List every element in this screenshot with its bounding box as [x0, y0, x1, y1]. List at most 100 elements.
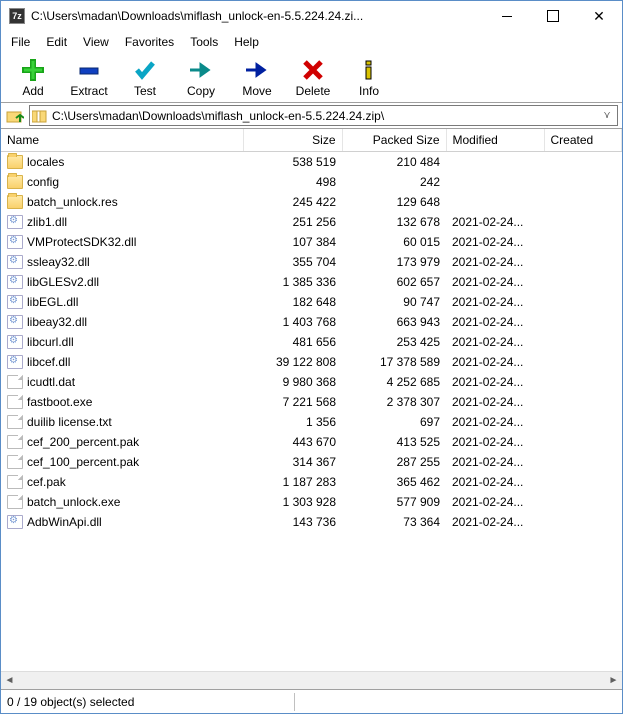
file-icon	[7, 395, 23, 409]
toolbar: Add Extract Test Copy Move Delete Info	[1, 52, 622, 103]
menu-edit[interactable]: Edit	[38, 33, 75, 51]
delete-button[interactable]: Delete	[287, 56, 339, 100]
folder-icon	[7, 155, 23, 169]
menu-favorites[interactable]: Favorites	[117, 33, 182, 51]
table-row[interactable]: config498242	[1, 172, 622, 192]
horizontal-scrollbar[interactable]: ◄ ►	[1, 671, 622, 689]
window-title: C:\Users\madan\Downloads\miflash_unlock-…	[31, 9, 484, 23]
file-created	[544, 492, 622, 512]
archive-icon	[32, 109, 48, 123]
scroll-right-icon[interactable]: ►	[605, 672, 622, 689]
file-modified: 2021-02-24...	[446, 492, 544, 512]
file-size: 143 736	[243, 512, 342, 532]
table-row[interactable]: libGLESv2.dll1 385 336602 6572021-02-24.…	[1, 272, 622, 292]
info-button[interactable]: Info	[343, 56, 395, 100]
menu-view[interactable]: View	[75, 33, 117, 51]
maximize-button[interactable]	[530, 1, 576, 31]
extract-button[interactable]: Extract	[63, 56, 115, 100]
file-icon	[7, 435, 23, 449]
close-button[interactable]: ✕	[576, 1, 622, 31]
minimize-button[interactable]	[484, 1, 530, 31]
file-modified: 2021-02-24...	[446, 472, 544, 492]
table-row[interactable]: VMProtectSDK32.dll107 38460 0152021-02-2…	[1, 232, 622, 252]
plus-icon	[21, 58, 45, 82]
file-modified: 2021-02-24...	[446, 352, 544, 372]
file-name: libGLESv2.dll	[27, 275, 99, 289]
file-modified: 2021-02-24...	[446, 392, 544, 412]
col-size[interactable]: Size	[243, 129, 342, 152]
file-name: config	[27, 175, 59, 189]
table-row[interactable]: cef_100_percent.pak314 367287 2552021-02…	[1, 452, 622, 472]
add-button[interactable]: Add	[7, 56, 59, 100]
file-created	[544, 332, 622, 352]
file-icon	[7, 415, 23, 429]
file-icon	[7, 375, 23, 389]
file-created	[544, 512, 622, 532]
col-modified[interactable]: Modified	[446, 129, 544, 152]
file-name: batch_unlock.res	[27, 195, 118, 209]
file-name: locales	[27, 155, 64, 169]
table-row[interactable]: libcef.dll39 122 80817 378 5892021-02-24…	[1, 352, 622, 372]
file-size: 1 356	[243, 412, 342, 432]
table-row[interactable]: libcurl.dll481 656253 4252021-02-24...	[1, 332, 622, 352]
col-packed[interactable]: Packed Size	[342, 129, 446, 152]
file-size: 107 384	[243, 232, 342, 252]
col-name[interactable]: Name	[1, 129, 243, 152]
check-icon	[133, 58, 157, 82]
table-row[interactable]: cef.pak1 187 283365 4622021-02-24...	[1, 472, 622, 492]
file-packed: 4 252 685	[342, 372, 446, 392]
file-icon	[7, 515, 23, 529]
file-modified: 2021-02-24...	[446, 452, 544, 472]
file-icon	[7, 275, 23, 289]
menu-help[interactable]: Help	[226, 33, 267, 51]
table-row[interactable]: fastboot.exe7 221 5682 378 3072021-02-24…	[1, 392, 622, 412]
file-size: 39 122 808	[243, 352, 342, 372]
file-icon	[7, 355, 23, 369]
file-packed: 210 484	[342, 152, 446, 173]
file-list[interactable]: Name Size Packed Size Modified Created l…	[1, 129, 622, 671]
copy-button[interactable]: Copy	[175, 56, 227, 100]
menu-tools[interactable]: Tools	[182, 33, 226, 51]
file-icon	[7, 215, 23, 229]
file-name: duilib license.txt	[27, 415, 112, 429]
scroll-left-icon[interactable]: ◄	[1, 672, 18, 689]
path-dropdown-icon[interactable]: ⋎	[599, 110, 615, 121]
file-size: 538 519	[243, 152, 342, 173]
move-button[interactable]: Move	[231, 56, 283, 100]
table-row[interactable]: AdbWinApi.dll143 73673 3642021-02-24...	[1, 512, 622, 532]
table-row[interactable]: ssleay32.dll355 704173 9792021-02-24...	[1, 252, 622, 272]
scroll-track[interactable]	[18, 672, 605, 689]
table-row[interactable]: duilib license.txt1 3566972021-02-24...	[1, 412, 622, 432]
file-packed: 90 747	[342, 292, 446, 312]
table-row[interactable]: locales 538 519210 484	[1, 152, 622, 173]
path-input[interactable]	[52, 109, 599, 123]
file-created	[544, 212, 622, 232]
file-created	[544, 452, 622, 472]
col-created[interactable]: Created	[544, 129, 622, 152]
table-row[interactable]: libeay32.dll1 403 768663 9432021-02-24..…	[1, 312, 622, 332]
file-packed: 173 979	[342, 252, 446, 272]
file-packed: 365 462	[342, 472, 446, 492]
file-icon	[7, 255, 23, 269]
file-size: 7 221 568	[243, 392, 342, 412]
table-row[interactable]: batch_unlock.exe1 303 928577 9092021-02-…	[1, 492, 622, 512]
table-row[interactable]: cef_200_percent.pak443 670413 5252021-02…	[1, 432, 622, 452]
file-created	[544, 412, 622, 432]
table-row[interactable]: batch_unlock.res245 422129 648	[1, 192, 622, 212]
file-packed: 602 657	[342, 272, 446, 292]
up-folder-button[interactable]	[5, 107, 25, 125]
test-button[interactable]: Test	[119, 56, 171, 100]
file-name: libEGL.dll	[27, 295, 78, 309]
table-row[interactable]: zlib1.dll251 256132 6782021-02-24...	[1, 212, 622, 232]
file-size: 245 422	[243, 192, 342, 212]
menu-file[interactable]: File	[3, 33, 38, 51]
file-icon	[7, 235, 23, 249]
file-modified: 2021-02-24...	[446, 432, 544, 452]
file-modified	[446, 172, 544, 192]
table-row[interactable]: icudtl.dat9 980 3684 252 6852021-02-24..…	[1, 372, 622, 392]
file-modified: 2021-02-24...	[446, 252, 544, 272]
table-row[interactable]: libEGL.dll182 64890 7472021-02-24...	[1, 292, 622, 312]
path-field[interactable]: ⋎	[29, 105, 618, 126]
title-bar: 7z C:\Users\madan\Downloads\miflash_unlo…	[1, 1, 622, 31]
file-name: cef.pak	[27, 475, 66, 489]
